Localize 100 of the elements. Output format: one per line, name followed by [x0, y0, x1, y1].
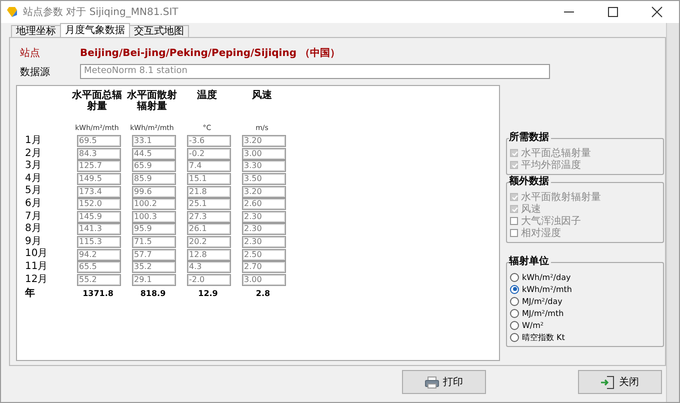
radio-label: W/m² [522, 320, 544, 330]
value-field[interactable]: 69.5 [77, 135, 121, 148]
annual-total: 2.8 [254, 288, 272, 300]
value-field[interactable]: 141.3 [77, 223, 121, 236]
month-label: 11月 [25, 260, 49, 274]
annual-total: 818.9 [139, 288, 167, 300]
tab[interactable]: 月度气象数据 [60, 23, 130, 37]
column-header: 水平面散射辐射量 [126, 90, 178, 114]
value-field[interactable]: 2.70 [242, 261, 286, 274]
radio-label: kWh/m²/mth [522, 284, 572, 294]
value-field[interactable]: 3.20 [242, 135, 286, 148]
site-name: Beijing/Bei-jing/Peking/Peping/Sijiqing （中国） [80, 46, 341, 60]
month-label: 4月 [25, 172, 42, 185]
value-field[interactable]: 2.50 [242, 248, 286, 261]
group-title: 辐射单位 [509, 256, 551, 268]
value-field[interactable]: 55.2 [77, 274, 121, 286]
value-field[interactable]: 94.2 [77, 248, 121, 261]
value-field[interactable]: 15.1 [187, 173, 231, 186]
value-field[interactable]: 2.60 [242, 198, 286, 210]
group-title: 额外数据 [509, 176, 551, 188]
value-field[interactable]: 2.30 [242, 223, 286, 236]
checkbox-label: 风速 [521, 202, 541, 216]
value-field[interactable]: 95.9 [132, 223, 176, 236]
print-button[interactable]: 打印 [402, 370, 486, 394]
value-field[interactable]: 71.5 [132, 236, 176, 248]
month-label: 1月 [25, 135, 42, 148]
value-field[interactable]: 44.5 [132, 148, 176, 160]
value-field[interactable]: 29.1 [132, 274, 176, 286]
month-label: 9月 [25, 236, 42, 248]
value-field[interactable]: 99.6 [132, 186, 176, 198]
column-header: 风速 [251, 90, 273, 103]
radio-label: kWh/m²/day [522, 272, 571, 282]
value-field[interactable]: 7.4 [187, 160, 231, 172]
value-field[interactable]: 12.8 [187, 248, 231, 261]
value-field[interactable]: 35.2 [132, 261, 176, 274]
value-field[interactable]: 125.7 [77, 160, 121, 172]
checkbox-label: 水平面总辐射量 [521, 146, 591, 160]
close-button[interactable]: 关闭 [578, 370, 662, 394]
value-field[interactable]: 2.30 [242, 210, 286, 223]
radio-label: MJ/m²/mth [522, 308, 564, 318]
radio-button[interactable] [510, 332, 519, 342]
value-field[interactable]: 65.5 [77, 261, 121, 274]
month-label: 10月 [25, 248, 49, 261]
year-label: 年 [25, 286, 36, 302]
value-field[interactable]: 100.2 [132, 198, 176, 210]
value-field[interactable]: 3.20 [242, 186, 286, 198]
printer-icon [425, 376, 439, 388]
value-field[interactable]: 2.30 [242, 236, 286, 248]
month-label: 8月 [25, 223, 42, 236]
value-field[interactable]: 100.3 [132, 210, 176, 223]
value-field[interactable]: 145.9 [77, 210, 121, 223]
value-field[interactable]: 65.9 [132, 160, 176, 172]
tab[interactable]: 交互式地图 [129, 25, 189, 37]
value-field[interactable]: 4.3 [187, 261, 231, 274]
value-field[interactable]: 3.00 [242, 148, 286, 160]
value-field[interactable]: 149.5 [77, 173, 121, 186]
window-title: 站点参数 对于 Sijiqing_MN81.SIT [23, 6, 180, 19]
value-field[interactable]: 115.3 [77, 236, 121, 248]
radio-button[interactable] [510, 272, 519, 282]
radio-button[interactable] [510, 284, 519, 294]
radio-button[interactable] [510, 320, 519, 330]
radio-label: MJ/m²/day [522, 296, 562, 306]
month-label: 6月 [25, 198, 42, 211]
radio-label: 晴空指数 Kt [522, 332, 565, 342]
month-label: 5月 [25, 185, 42, 198]
value-field[interactable]: 57.7 [132, 248, 176, 261]
value-field[interactable]: 152.0 [77, 198, 121, 210]
group-title: 所需数据 [509, 132, 551, 144]
radio-button[interactable] [510, 296, 519, 306]
value-field[interactable]: 33.1 [132, 135, 176, 148]
value-field[interactable]: 21.8 [187, 186, 231, 198]
checkbox-label: 相对湿度 [521, 226, 561, 240]
value-field[interactable]: 84.3 [77, 148, 121, 160]
annual-total: 12.9 [197, 288, 219, 300]
checkbox-label: 平均外部温度 [521, 158, 581, 172]
value-field[interactable]: 20.2 [187, 236, 231, 248]
column-header: 温度 [196, 90, 218, 103]
value-field[interactable]: 3.50 [242, 173, 286, 186]
annual-total: 1371.8 [82, 288, 114, 300]
value-field[interactable]: -2.0 [187, 274, 231, 286]
value-field[interactable]: 3.00 [242, 274, 286, 286]
data-source-label: 数据源 [20, 66, 51, 78]
value-field[interactable]: 26.1 [187, 223, 231, 236]
value-field[interactable]: 27.3 [187, 210, 231, 223]
value-field[interactable]: 3.30 [242, 160, 286, 172]
month-label: 2月 [25, 148, 42, 160]
tab[interactable]: 地理坐标 [11, 25, 61, 37]
exit-icon [601, 376, 615, 388]
app-icon [7, 6, 17, 18]
month-label: 12月 [25, 274, 49, 286]
value-field[interactable]: 85.9 [132, 173, 176, 186]
radio-button[interactable] [510, 308, 519, 318]
value-field[interactable]: 25.1 [187, 198, 231, 210]
site-label: 站点 [20, 46, 41, 60]
data-source-field[interactable]: MeteoNorm 8.1 station [80, 64, 550, 79]
value-field[interactable]: 173.4 [77, 186, 121, 198]
month-label: 3月 [25, 160, 42, 173]
value-field[interactable]: -0.2 [187, 148, 231, 160]
checkbox-label: 水平面散射辐射量 [521, 190, 601, 204]
value-field[interactable]: -3.6 [187, 135, 231, 148]
